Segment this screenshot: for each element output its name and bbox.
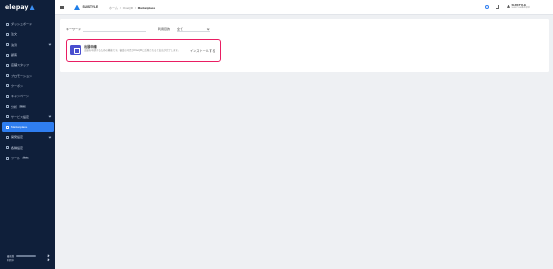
sidebar-item[interactable]: 開発設定 xyxy=(2,132,54,142)
user-company: SUISTYLE株式会社 xyxy=(511,7,530,10)
chevron-down-icon xyxy=(48,115,52,118)
settings-icon xyxy=(6,146,9,150)
customer-icon xyxy=(6,53,9,57)
sidebar-item[interactable]: 注文 xyxy=(2,29,54,39)
app-card[interactable]: 出展申請 出展を申請するための機能です。審査の可否がOneQRに反映されると出店… xyxy=(66,39,221,62)
breadcrumb-separator: / xyxy=(134,5,136,10)
sidebar-item[interactable]: クーポン xyxy=(2,81,54,91)
developer-settings-icon xyxy=(6,135,9,139)
help-icon[interactable] xyxy=(485,5,489,9)
sidebar-item[interactable]: 分析 Beta xyxy=(2,101,54,111)
coupon-icon xyxy=(6,84,9,88)
sidebar-item-label: クーポン xyxy=(11,83,24,88)
sidebar-footer: 最新版 利用中 xyxy=(7,254,50,262)
chevron-right-icon xyxy=(47,254,50,258)
sidebar-item-label: キャンペーン xyxy=(11,94,29,99)
analytics-icon xyxy=(6,105,9,109)
sidebar-item-label: 決済 xyxy=(11,42,18,47)
category-label: 利用目的 xyxy=(158,27,171,32)
promotion-icon xyxy=(6,74,9,78)
shop-icon xyxy=(70,45,81,55)
user-menu[interactable]: SUISTYLE SUISTYLE株式会社 xyxy=(507,3,530,10)
download-icon[interactable] xyxy=(496,5,500,9)
user-avatar-icon xyxy=(507,4,510,8)
usage-bar xyxy=(16,255,37,257)
sidebar-item-label: ダッシュボード xyxy=(11,22,33,27)
keyword-label: キーワード xyxy=(66,27,82,32)
tools-icon xyxy=(6,156,9,160)
category-select[interactable]: 全て xyxy=(177,27,210,32)
sidebar-item-label: 各種設定 xyxy=(11,145,24,150)
brand-mark-icon xyxy=(29,5,35,10)
marketplace-icon xyxy=(6,125,9,129)
org-logo-icon xyxy=(74,4,80,10)
sidebar-item[interactable]: 各種設定 xyxy=(2,143,54,153)
order-icon xyxy=(6,32,9,36)
chevron-down-icon xyxy=(48,43,52,46)
sidebar-item[interactable]: ダッシュボード xyxy=(2,19,54,29)
beta-badge: Beta xyxy=(22,156,29,160)
sidebar-item[interactable]: 顧客 xyxy=(2,50,54,60)
org-switcher[interactable]: SUISTYLE xyxy=(74,4,99,10)
app-description: 出展を申請するための機能です。審査の可否がOneQRに反映されると出店が完了しま… xyxy=(84,49,181,52)
marketplace-panel: キーワード 利用目的 全て 出展申請 出展を申請するための機能です。審査の可否が… xyxy=(60,19,549,72)
sidebar-item-label: Marketplace xyxy=(11,125,28,130)
sidebar-item-label: ツール xyxy=(11,156,21,160)
footer-row-2[interactable]: 利用中 xyxy=(7,258,50,262)
sidebar-item[interactable]: キャンペーン xyxy=(2,91,54,101)
beta-badge: Beta xyxy=(19,105,26,108)
install-button[interactable]: インストールする xyxy=(190,48,215,53)
sidebar-item[interactable]: ツール Beta xyxy=(2,153,54,163)
service-settings-icon xyxy=(6,115,9,119)
sidebar-item-label: プロモーション xyxy=(11,73,32,78)
filter-row: キーワード 利用目的 全て xyxy=(66,27,210,32)
sidebar-item-label: 顧客 xyxy=(11,53,18,58)
chevron-right-icon xyxy=(47,258,50,262)
sidebar: elepay ダッシュボード 注文決済顧客店舗スタッフ プロモーション クーポンキャン… xyxy=(0,0,55,269)
top-bar: SUISTYLE ホーム / OneQR / Marketplace SUIST… xyxy=(55,0,553,15)
sidebar-item-label: サービス設定 xyxy=(11,114,30,119)
user-info: SUISTYLE SUISTYLE株式会社 xyxy=(511,3,530,10)
sidebar-item-label: 開発設定 xyxy=(11,135,24,140)
dashboard-icon xyxy=(6,22,9,26)
sidebar-item[interactable]: サービス設定 xyxy=(2,112,54,122)
sidebar-item[interactable]: 決済 xyxy=(2,40,54,50)
sidebar-item-label: 店舗スタッフ xyxy=(11,63,30,68)
elepay-logo[interactable]: elepay xyxy=(5,4,35,11)
sidebar-item[interactable]: プロモーション xyxy=(2,70,54,80)
breadcrumb-oneqr[interactable]: OneQR xyxy=(123,6,133,10)
campaign-icon xyxy=(6,94,9,98)
sidebar-nav: ダッシュボード 注文 決済 顧客 店舗スタッフ プロモーション クーポン キャンペーン 分析 Be… xyxy=(2,19,54,163)
brand-name: elepay xyxy=(5,4,29,11)
footer-label-2: 利用中 xyxy=(7,259,15,262)
org-name: SUISTYLE xyxy=(82,5,99,10)
sidebar-item-label: 分析 xyxy=(11,104,18,109)
sidebar-item[interactable]: Marketplace xyxy=(2,121,54,133)
breadcrumb-separator: / xyxy=(119,5,121,10)
sidebar-item[interactable]: 店舗スタッフ xyxy=(2,60,54,70)
breadcrumb: ホーム / OneQR / Marketplace xyxy=(109,6,155,10)
breadcrumb-home[interactable]: ホーム xyxy=(109,6,118,10)
sidebar-item-label: 注文 xyxy=(11,32,18,37)
payment-icon xyxy=(6,43,9,47)
keyword-input[interactable] xyxy=(83,27,146,32)
menu-icon[interactable] xyxy=(60,5,64,9)
breadcrumb-current: Marketplace xyxy=(137,5,156,10)
chevron-down-icon xyxy=(48,135,52,139)
staff-icon xyxy=(6,63,9,67)
